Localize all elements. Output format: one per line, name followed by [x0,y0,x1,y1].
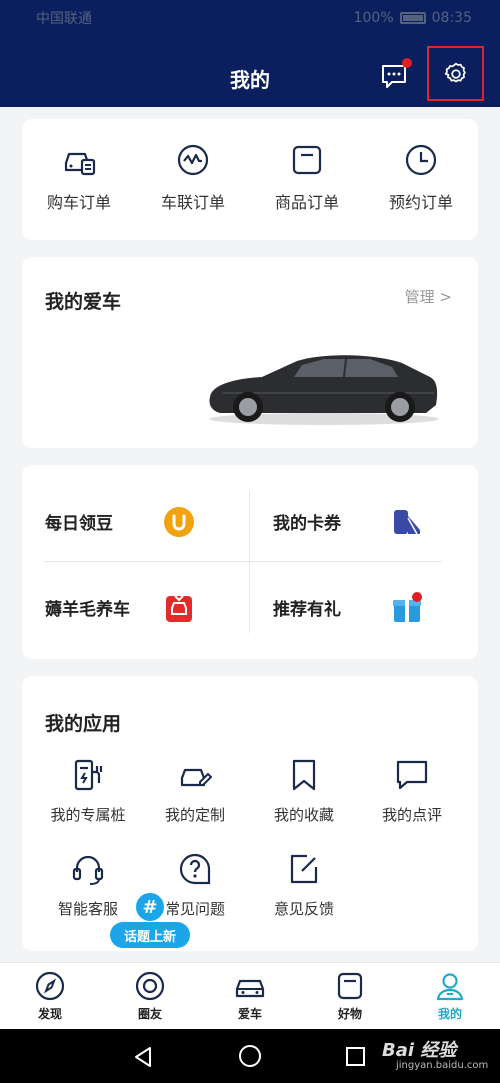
question-icon [179,853,211,885]
car-icon [235,979,265,998]
my-apps-card: 我的应用 我的专属桩 我的定制 我的收藏 我的点评 智能客服 常见问题 意见反馈 [22,676,478,951]
tab-label: 好物 [337,1007,362,1021]
clock-time: 08:35 [431,10,472,26]
order-goods[interactable]: 商品订单 [250,119,364,240]
perk-label: 每日领豆 [45,513,113,534]
carrier-label: 中国联通 [36,11,92,27]
topic-badge[interactable]: # 话题上新 [110,890,190,952]
tab-my-car[interactable]: 爱车 [200,963,300,1029]
app-label: 我的收藏 [273,806,334,824]
daily-beans-item[interactable]: 每日领豆 [22,486,250,556]
tab-me[interactable]: 我的 [400,963,500,1029]
gift-car-icon [166,595,192,622]
manage-link[interactable]: 管理 > [405,286,452,307]
gear-icon [444,62,466,82]
app-custom[interactable]: 我的定制 [140,758,250,825]
tab-goods[interactable]: 好物 [300,963,400,1029]
app-label: 我的定制 [164,806,225,824]
perk-label: 推荐有礼 [273,599,341,620]
perks-vertical-divider [249,491,250,633]
order-appointment[interactable]: 预约订单 [364,119,478,240]
coin-icon [164,507,194,537]
car-order-icon [64,152,96,176]
clock-icon [405,144,437,176]
tab-discover[interactable]: 发现 [0,963,100,1029]
status-bar: 中国联通 100% 08:35 [36,8,472,28]
headset-icon [72,855,104,885]
order-label: 购车订单 [46,193,111,212]
message-button[interactable] [380,58,412,90]
tab-label: 发现 [37,1007,62,1021]
custom-car-icon [180,768,212,787]
recent-apps-icon[interactable] [346,1047,365,1066]
app-label: 我的点评 [381,806,442,824]
shop-icon [337,972,363,1000]
bag-icon [292,145,322,175]
feedback-icon [290,854,318,884]
my-car-card[interactable]: 我的爱车 管理 > [22,257,478,448]
apps-title: 我的应用 [45,713,122,735]
app-reviews[interactable]: 我的点评 [357,758,467,825]
unread-dot [402,58,412,68]
app-feedback[interactable]: 意见反馈 [249,852,359,919]
app-label: 我的专属桩 [50,806,126,824]
my-coupons-item[interactable]: 我的卡券 [250,486,478,556]
charger-icon [74,759,103,791]
order-label: 商品订单 [274,193,339,212]
perks-horizontal-divider [44,561,442,562]
circle-icon [135,971,165,1001]
car-image [209,355,439,425]
order-label: 预约订单 [388,193,453,212]
perk-label: 薅羊毛养车 [45,599,130,620]
app-label: 智能客服 [57,900,118,918]
order-car-purchase[interactable]: 购车订单 [22,119,136,240]
settings-button[interactable] [427,46,484,101]
bottom-tab-bar: 发现 圈友 爱车 好物 我的 [0,962,500,1029]
watermark-brand: Bai 经验 [382,1040,457,1061]
perks-card: 每日领豆 我的卡券 薅羊毛养车 推荐有礼 [22,465,478,659]
topic-label: 话题上新 [110,922,190,948]
back-icon[interactable] [133,1046,153,1068]
comment-icon [396,760,428,790]
tab-label: 我的 [437,1007,462,1021]
tab-label: 圈友 [137,1007,162,1021]
page-title: 我的 [230,68,270,92]
top-header: 中国联通 100% 08:35 我的 [0,0,500,107]
coupon-icon [394,510,420,535]
watermark-url: jingyan.baidu.com [396,1060,489,1071]
my-car-title: 我的爱车 [45,291,122,313]
home-icon[interactable] [239,1045,261,1067]
bookmark-icon [292,759,316,791]
wool-maintenance-item[interactable]: 薅羊毛养车 [22,572,250,642]
battery-icon [399,12,426,24]
tab-label: 爱车 [237,1007,262,1021]
app-label: 意见反馈 [273,900,334,918]
perk-label: 我的卡券 [273,513,341,534]
tab-friends[interactable]: 圈友 [100,963,200,1029]
app-favorites[interactable]: 我的收藏 [249,758,359,825]
hashtag-icon: # [133,890,167,924]
compass-icon [35,971,65,1001]
battery-percent: 100% [353,10,394,26]
referral-item[interactable]: 推荐有礼 [250,572,478,642]
connected-car-icon [177,144,209,176]
gift-icon [393,592,422,622]
app-charger[interactable]: 我的专属桩 [33,758,143,825]
order-connected[interactable]: 车联订单 [136,119,250,240]
user-icon [436,973,464,1001]
order-label: 车联订单 [160,193,225,212]
orders-card: 购车订单 车联订单 商品订单 预约订单 [22,119,478,240]
